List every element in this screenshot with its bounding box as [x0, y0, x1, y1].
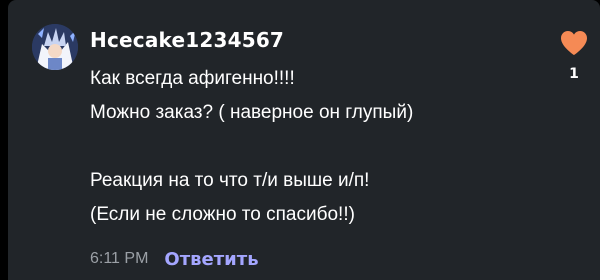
comment-text-line: Как всегда афигенно!!!!	[90, 68, 295, 89]
reply-button[interactable]: Ответить	[164, 249, 258, 270]
comment-text-line	[90, 130, 550, 164]
comment-text: Как всегда афигенно!!!! Можно заказ? ( н…	[90, 62, 550, 232]
comment-text-line: Реакция на то что т/и выше и/п!	[90, 170, 370, 191]
avatar[interactable]	[32, 24, 78, 70]
like-button[interactable]	[560, 30, 588, 56]
heart-icon	[561, 31, 587, 55]
comment-text-line: Можно заказ? ( наверное он глупый)	[90, 102, 414, 123]
anime-character-avatar-icon	[32, 24, 78, 70]
comment-username[interactable]: Hcecake1234567	[90, 28, 284, 52]
comment-text-line: (Если не сложно то спасибо!!)	[90, 204, 355, 225]
comment-timestamp: 6:11 PM	[90, 250, 149, 267]
like-count: 1	[569, 66, 579, 82]
comment-meta: 6:11 PM Ответить	[90, 246, 259, 272]
comment-card: Hcecake1234567 Как всегда афигенно!!!! М…	[8, 0, 600, 280]
